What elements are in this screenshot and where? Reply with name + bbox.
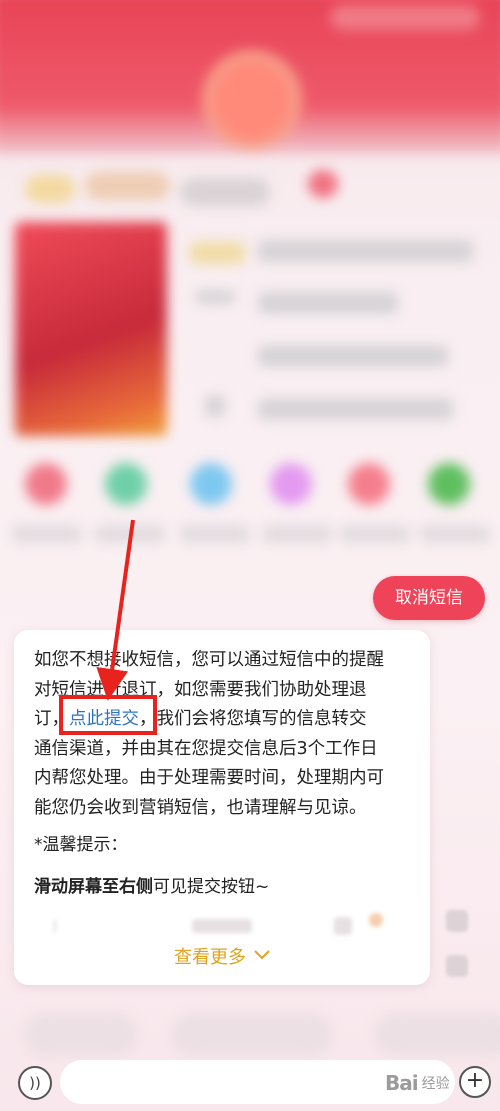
chevron-down-icon — [254, 944, 270, 965]
watermark-logo: Bai — [385, 1071, 419, 1095]
message-line: 如您不想接收短信，您可以通过短信中的提醒 — [34, 650, 384, 670]
shortcut-label — [12, 525, 82, 543]
cancel-sms-bubble[interactable]: 取消短信 — [373, 576, 485, 620]
avatar — [212, 60, 292, 140]
message-fragment: ，我们会将您填写的信息转交 — [139, 709, 367, 729]
text-placeholder — [205, 395, 225, 417]
feedback-icon[interactable] — [446, 955, 468, 977]
baidu-watermark: Bai 经验 — [385, 1060, 450, 1106]
view-more-button[interactable]: 查看更多 — [14, 943, 430, 969]
shortcut-icon — [348, 463, 390, 505]
shortcut-icon — [105, 463, 147, 505]
message-line: 内帮您处理。由于处理需要时间，处理期内可 — [34, 768, 384, 788]
shortcut-icon — [428, 463, 470, 505]
view-more-label: 查看更多 — [174, 947, 246, 968]
tag-chip — [180, 178, 270, 206]
blurred-form-row — [34, 913, 419, 939]
text-placeholder — [258, 292, 398, 314]
voice-glyph: )) — [29, 1074, 41, 1092]
text-placeholder — [258, 398, 453, 420]
tip-hint-rest: 可见提交按钮~ — [153, 877, 270, 897]
quick-reply-pill — [25, 1015, 137, 1055]
promo-image — [15, 222, 167, 436]
tip-hint: 滑动屏幕至右侧可见提交按钮~ — [34, 872, 269, 897]
text-placeholder — [258, 345, 448, 367]
message-line: 通信渠道，并由其在您提交信息后3个工作日 — [34, 738, 378, 759]
plus-glyph: + — [465, 1068, 485, 1093]
tag-chip — [25, 175, 75, 203]
shortcut-label — [262, 525, 332, 543]
bot-reply-card: 如您不想接收短信，您可以通过短信中的提醒 对短信进行退订，如您需要我们协助处理退… — [14, 630, 430, 985]
message-line: 能您仍会收到营销短信，也请理解与见谅。 — [34, 797, 367, 818]
badge-dot — [369, 913, 383, 927]
shortcut-icon — [270, 463, 312, 505]
shortcut-label — [180, 525, 250, 543]
shortcut-label — [340, 525, 410, 543]
tag-chip — [85, 172, 170, 200]
tip-title: *温馨提示： — [34, 835, 128, 855]
text-placeholder — [258, 240, 473, 262]
tip-hint-bold: 滑动屏幕至右侧 — [34, 877, 153, 897]
plus-icon[interactable]: + — [459, 1066, 491, 1098]
quick-reply-pill — [172, 1015, 332, 1055]
text-placeholder — [195, 290, 235, 304]
blurred-form-label — [192, 919, 252, 933]
watermark-sub: 经验 — [421, 1076, 450, 1092]
status-blob — [330, 5, 480, 30]
quick-reply-pill — [375, 1015, 500, 1055]
text-placeholder — [190, 242, 245, 264]
voice-icon[interactable]: )) — [18, 1066, 52, 1100]
shortcut-icon — [25, 463, 67, 505]
chevron-left-icon — [54, 920, 64, 932]
shortcut-icon — [190, 463, 232, 505]
shortcut-label — [95, 525, 165, 543]
thumb-icon — [334, 917, 352, 935]
share-icon[interactable] — [446, 910, 468, 932]
shortcut-label — [420, 525, 490, 543]
tag-chip — [308, 170, 338, 198]
annotation-highlight-box — [59, 695, 157, 735]
